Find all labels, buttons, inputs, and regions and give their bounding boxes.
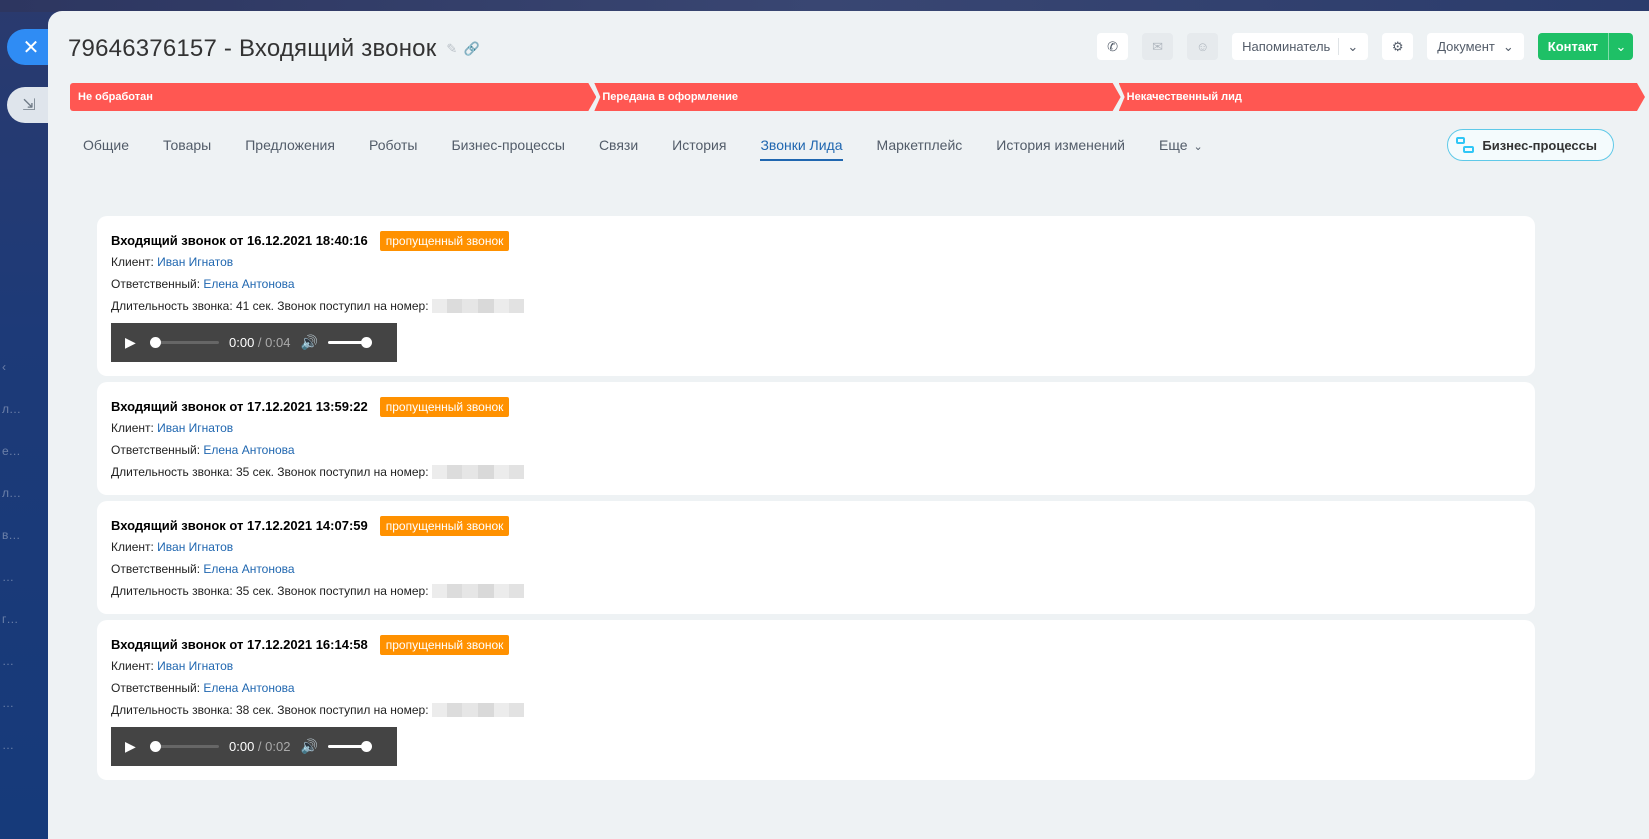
stage-bar: Не обработан Передана в оформление Некач… <box>70 83 1645 111</box>
masked-phone-number <box>431 299 524 313</box>
business-process-icon <box>1456 137 1475 153</box>
call-duration: Длительность звонка: 41 сек. <box>111 299 274 313</box>
close-slider-button[interactable]: ✕ <box>7 29 51 65</box>
masked-phone-number <box>431 584 524 598</box>
chevron-down-icon: ⌄ <box>1193 141 1203 153</box>
player-time: 0:00 / 0:04 <box>229 335 291 350</box>
tab-relations[interactable]: Связи <box>599 135 638 161</box>
tab-lead-calls[interactable]: Звонки Лида <box>760 135 843 161</box>
responsible-link[interactable]: Елена Антонова <box>203 277 294 291</box>
status-badge: пропущенный звонок <box>379 634 510 655</box>
reminder-dropdown[interactable]: Напоминатель ⌄ <box>1232 33 1369 60</box>
call-duration: Длительность звонка: 38 сек. <box>111 703 274 717</box>
document-label: Документ <box>1437 39 1495 54</box>
call-title: Входящий звонок от 17.12.2021 16:14:58 <box>111 637 368 652</box>
call-duration: Длительность звонка: 35 сек. <box>111 584 274 598</box>
status-badge: пропущенный звонок <box>379 396 510 417</box>
tab-bar: Общие Товары Предложения Роботы Бизнес-п… <box>83 135 1237 161</box>
client-link[interactable]: Иван Игнатов <box>157 421 233 435</box>
audio-player: ▶ 0:00 / 0:02 🔊 <box>111 727 397 766</box>
volume-slider[interactable] <box>327 741 372 752</box>
minimize-icon: ⇲ <box>22 97 36 114</box>
play-icon[interactable]: ▶ <box>125 334 143 351</box>
reminder-label: Напоминатель <box>1242 39 1331 54</box>
chevron-down-icon[interactable]: ⌄ <box>1609 39 1633 55</box>
background-sidebar: ‹ л… е… л… в…… г………… <box>2 360 22 752</box>
call-title: Входящий звонок от 17.12.2021 13:59:22 <box>111 399 368 414</box>
call-button[interactable]: ✆ <box>1097 33 1129 60</box>
volume-slider[interactable] <box>327 337 372 348</box>
call-title: Входящий звонок от 17.12.2021 14:07:59 <box>111 518 368 533</box>
mail-icon: ✉ <box>1152 38 1164 54</box>
masked-phone-number <box>431 465 524 479</box>
tab-marketplace[interactable]: Маркетплейс <box>877 135 963 161</box>
call-card: Входящий звонок от 17.12.2021 14:07:59 п… <box>97 501 1535 614</box>
call-list: Входящий звонок от 16.12.2021 18:40:16 п… <box>97 216 1535 786</box>
chevron-down-icon: ⌄ <box>1502 38 1514 54</box>
edit-icon[interactable]: ✎ <box>446 41 457 57</box>
volume-icon[interactable]: 🔊 <box>300 738 317 755</box>
status-badge: пропущенный звонок <box>379 515 510 536</box>
volume-icon[interactable]: 🔊 <box>300 334 317 351</box>
chat-icon: ☺ <box>1195 39 1210 54</box>
chat-button[interactable]: ☺ <box>1187 33 1219 60</box>
stage-transferred[interactable]: Передана в оформление <box>594 83 1120 111</box>
chevron-down-icon: ⌄ <box>1347 38 1359 54</box>
tab-offers[interactable]: Предложения <box>245 135 335 161</box>
client-link[interactable]: Иван Игнатов <box>157 255 233 269</box>
tab-business-processes[interactable]: Бизнес-процессы <box>451 135 564 161</box>
document-dropdown[interactable]: Документ ⌄ <box>1427 33 1524 60</box>
page-title-row: 79646376157 - Входящий звонок ✎ 🔗 <box>68 35 480 63</box>
header-actions: ✆ ✉ ☺ Напоминатель ⌄ ⚙ Документ ⌄ Контак… <box>1097 33 1633 60</box>
player-time: 0:00 / 0:02 <box>229 739 291 754</box>
email-button[interactable]: ✉ <box>1142 33 1174 60</box>
minimize-slider-button[interactable]: ⇲ <box>7 87 51 123</box>
page-title: 79646376157 - Входящий звонок <box>68 35 437 62</box>
responsible-link[interactable]: Елена Антонова <box>203 681 294 695</box>
masked-phone-number <box>431 703 524 717</box>
tab-more[interactable]: Еще ⌄ <box>1159 135 1203 161</box>
responsible-link[interactable]: Елена Антонова <box>203 443 294 457</box>
stage-not-processed[interactable]: Не обработан <box>70 83 596 111</box>
tab-general[interactable]: Общие <box>83 135 129 161</box>
business-processes-button[interactable]: Бизнес-процессы <box>1447 129 1614 161</box>
link-icon[interactable]: 🔗 <box>464 41 480 57</box>
call-card: Входящий звонок от 17.12.2021 13:59:22 п… <box>97 382 1535 495</box>
call-card: Входящий звонок от 16.12.2021 18:40:16 п… <box>97 216 1535 376</box>
stage-bad-lead[interactable]: Некачественный лид <box>1119 83 1645 111</box>
contact-label: Контакт <box>1547 39 1598 54</box>
client-link[interactable]: Иван Игнатов <box>157 659 233 673</box>
gear-icon: ⚙ <box>1391 38 1404 54</box>
lead-panel: 79646376157 - Входящий звонок ✎ 🔗 ✆ ✉ ☺ … <box>48 11 1649 839</box>
tab-robots[interactable]: Роботы <box>369 135 417 161</box>
tab-products[interactable]: Товары <box>163 135 211 161</box>
call-card: Входящий звонок от 17.12.2021 16:14:58 п… <box>97 620 1535 780</box>
audio-player: ▶ 0:00 / 0:04 🔊 <box>111 323 397 362</box>
phone-icon: ✆ <box>1107 38 1119 54</box>
client-link[interactable]: Иван Игнатов <box>157 540 233 554</box>
call-duration: Длительность звонка: 35 сек. <box>111 465 274 479</box>
play-icon[interactable]: ▶ <box>125 738 143 755</box>
call-title: Входящий звонок от 16.12.2021 18:40:16 <box>111 233 368 248</box>
seek-slider[interactable] <box>150 337 219 348</box>
responsible-link[interactable]: Елена Антонова <box>203 562 294 576</box>
contact-button[interactable]: Контакт ⌄ <box>1537 33 1633 60</box>
status-badge: пропущенный звонок <box>379 230 510 251</box>
settings-button[interactable]: ⚙ <box>1382 33 1414 60</box>
tab-change-history[interactable]: История изменений <box>996 135 1125 161</box>
seek-slider[interactable] <box>150 741 219 752</box>
close-icon: ✕ <box>22 36 40 59</box>
tab-history[interactable]: История <box>672 135 726 161</box>
